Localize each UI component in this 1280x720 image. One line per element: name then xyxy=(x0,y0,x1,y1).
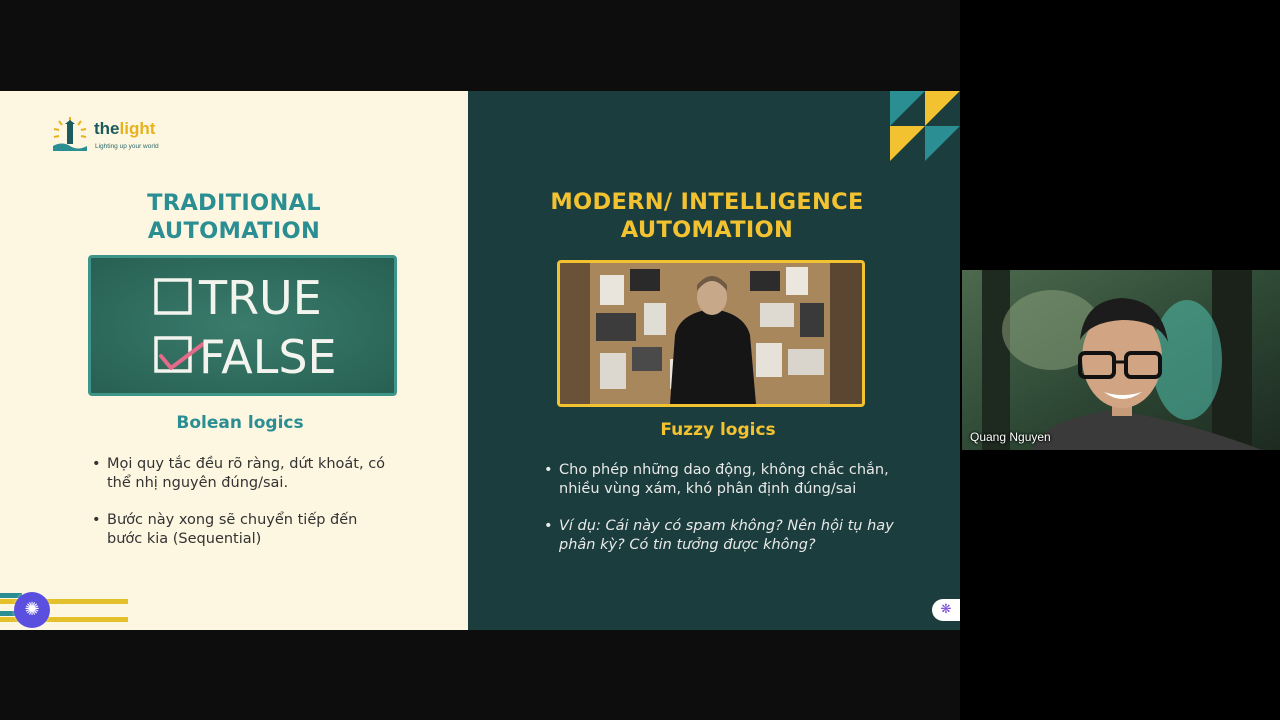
brand-tagline: Lighting up your world xyxy=(95,143,159,150)
chalk-false-label: FALSE xyxy=(199,330,337,384)
sparkle-launcher-button[interactable]: ✺ xyxy=(14,592,50,628)
traditional-title-line1: TRADITIONAL xyxy=(147,190,321,216)
traditional-subtitle: Bolean logics xyxy=(176,413,304,433)
modern-title: MODERN/ INTELLIGENCE AUTOMATION xyxy=(468,188,946,244)
presentation-slide: thelight Lighting up your world TRADITIO… xyxy=(0,91,960,630)
participant-video-feed xyxy=(962,270,1280,450)
meeting-window: thelight Lighting up your world TRADITIO… xyxy=(0,0,1280,720)
participant-video-tile[interactable]: Quang Nguyen xyxy=(962,270,1280,450)
brain-icon: ❋ xyxy=(940,602,952,617)
screen-share-area: thelight Lighting up your world TRADITIO… xyxy=(0,0,960,720)
corner-triangles-decoration xyxy=(890,91,960,161)
list-item: Mọi quy tắc đều rõ ràng, dứt khoát, có t… xyxy=(92,455,392,493)
modern-title-line2: AUTOMATION xyxy=(620,217,794,243)
investigation-board-image xyxy=(557,260,865,407)
assistant-button[interactable]: ❋ xyxy=(932,599,960,621)
traditional-title-line2: AUTOMATION xyxy=(147,218,321,244)
list-item: Ví dụ: Cái này có spam không? Nên hội tụ… xyxy=(544,517,904,555)
brand-name-the: the xyxy=(94,119,120,138)
modern-panel: MODERN/ INTELLIGENCE AUTOMATION Fuzzy lo… xyxy=(468,91,960,630)
chalkboard-image: TRUE FALSE xyxy=(88,255,397,396)
participant-name-label: Quang Nguyen xyxy=(970,430,1051,444)
chalk-true-label: TRUE xyxy=(198,271,322,325)
list-item: Cho phép những dao động, không chắc chắn… xyxy=(544,461,904,499)
modern-title-line1: MODERN/ INTELLIGENCE xyxy=(550,189,864,215)
list-item: Bước này xong sẽ chuyển tiếp đến bước ki… xyxy=(92,511,392,549)
brand-name: thelight xyxy=(94,119,155,139)
modern-subtitle: Fuzzy logics xyxy=(660,420,776,440)
sparkle-icon: ✺ xyxy=(24,599,40,620)
traditional-panel: thelight Lighting up your world TRADITIO… xyxy=(0,91,468,630)
traditional-bullets: Mọi quy tắc đều rõ ràng, dứt khoát, có t… xyxy=(92,455,392,567)
brand-name-light: light xyxy=(119,119,156,138)
traditional-title: TRADITIONAL AUTOMATION xyxy=(0,189,468,245)
brand-logo: thelight Lighting up your world xyxy=(50,115,190,159)
modern-bullets: Cho phép những dao động, không chắc chắn… xyxy=(544,461,904,573)
lighthouse-icon xyxy=(53,117,87,151)
